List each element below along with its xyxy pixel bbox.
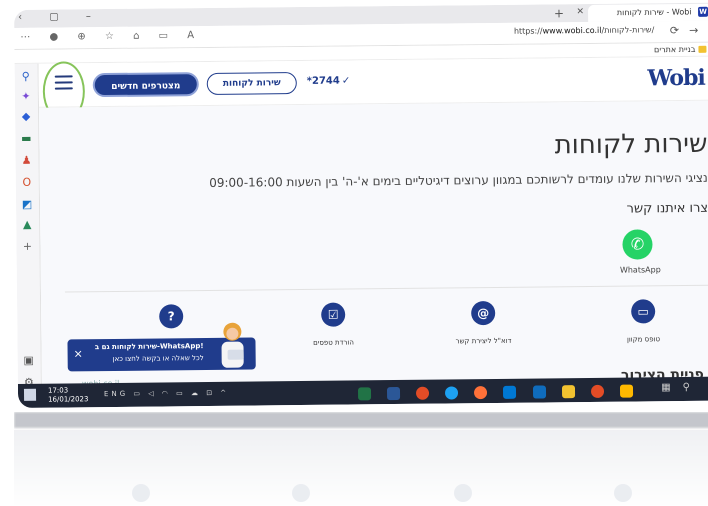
outlook-icon[interactable]: ◩ xyxy=(20,198,34,212)
taskbar-right-icons[interactable]: ▦⚲ xyxy=(661,382,702,393)
question-icon: ? xyxy=(159,304,184,329)
contact-heading: צרו איתנו קשר xyxy=(626,200,708,217)
email-option[interactable]: @ דוא"ל ליצירת קשר xyxy=(433,300,533,346)
url-domain: www.wobi.co.il xyxy=(542,25,602,36)
sidebar-panel-icon[interactable]: ▣ xyxy=(22,354,36,368)
download-form-icon: ☑ xyxy=(321,302,346,327)
drop-icon[interactable]: ▲ xyxy=(20,218,34,232)
people-icon[interactable]: ♟ xyxy=(20,154,34,168)
edge-icon[interactable] xyxy=(445,386,459,400)
close-icon[interactable]: × xyxy=(74,347,83,360)
download-forms-option[interactable]: ☑ הורדת טפסים xyxy=(283,302,383,347)
wobi-logo[interactable]: Wobi xyxy=(647,65,705,92)
site-header: מצטרפים חדשים שירות לקוחות *2744 ✓ Wobi xyxy=(38,56,708,122)
firefox-icon[interactable] xyxy=(474,386,488,400)
address-bar[interactable]: https://www.wobi.co.il/שירות-לקוחות/ xyxy=(514,25,654,35)
excel-icon[interactable] xyxy=(357,387,372,401)
whatsapp-popup[interactable]: × !WhatsApp-שירות לקוחות גם ב לכל שאלה א… xyxy=(67,322,256,372)
shopping-icon[interactable]: ▬ xyxy=(19,132,33,146)
taskbar-apps xyxy=(357,382,644,404)
mail-icon[interactable] xyxy=(532,385,546,399)
reload-forward-icons[interactable]: ⟳→ xyxy=(670,24,708,37)
whatsapp-icon[interactable]: ✆ xyxy=(622,229,653,260)
folder-icon[interactable] xyxy=(619,384,633,398)
reflection-icon xyxy=(614,484,632,502)
reflection-icon xyxy=(454,484,472,502)
hamburger-menu-icon[interactable] xyxy=(54,75,73,90)
word-icon[interactable] xyxy=(387,386,401,401)
url-path: /שירות-לקוחות/ xyxy=(601,25,655,35)
monitor-icon: ▭ xyxy=(631,299,656,324)
popup-title: !WhatsApp-שירות לקוחות גם ב xyxy=(94,342,204,352)
web-page: מצטרפים חדשים שירות לקוחות *2744 ✓ Wobi ש… xyxy=(38,56,708,408)
online-form-option[interactable]: ▭ טופס מקוון xyxy=(593,299,693,344)
reflection-icon xyxy=(292,484,310,502)
clock-date: 16/01/2023 xyxy=(48,395,89,404)
language-indicator: ENG xyxy=(103,389,129,399)
screenshot-frame: ‹ ▢ – + ✕ W Wobi - שירות לקוחות ⋯ ● ⊕ ☆ … xyxy=(14,2,708,408)
url-prefix: https:// xyxy=(513,26,543,36)
phone-number-link[interactable]: *2744 ✓ xyxy=(307,75,351,86)
copilot-icon[interactable]: ✦ xyxy=(19,90,33,104)
reflection-content xyxy=(14,430,708,506)
at-icon: @ xyxy=(471,300,496,326)
option-label: טופס מקוון xyxy=(626,335,661,344)
teams-icon[interactable] xyxy=(503,385,517,399)
reflection-icon xyxy=(132,484,150,502)
browser-toolbar-icons[interactable]: ⋯ ● ⊕ ☆ ⌂ ▭ A xyxy=(20,30,202,43)
window-controls[interactable]: ‹ ▢ – xyxy=(18,11,103,23)
windows-start-icon[interactable] xyxy=(23,388,37,401)
support-agent-illustration xyxy=(221,322,244,368)
popup-text: לכל שאלה או בקשה לחצו כאן xyxy=(112,354,204,363)
option-label: דוא"ל ליצירת קשר xyxy=(455,336,512,346)
close-tab-icon[interactable]: ✕ xyxy=(576,7,584,17)
page-subtitle: נציגי השירות שלנו עומדים לרשותכם במגוון … xyxy=(209,170,708,190)
edge-sidebar: ⚲ ✦ ◆ ▬ ♟ O ◩ ▲ + ▣ ⚙ xyxy=(14,63,43,408)
file-explorer-icon[interactable] xyxy=(561,385,575,399)
bookmark-folder[interactable]: בניית אתרים xyxy=(654,45,707,54)
chrome-icon[interactable] xyxy=(416,386,430,400)
tab-title: Wobi - שירות לקוחות xyxy=(616,7,692,18)
system-tray[interactable]: ENG ▭ ◁ ◠ ▭ ☁ ⊡ ^ xyxy=(104,389,229,398)
clock[interactable]: 17:03 16/01/2023 xyxy=(48,386,89,404)
clock-time: 17:03 xyxy=(47,386,69,395)
search-icon[interactable]: ⚲ xyxy=(19,70,33,84)
chrome-profile-icon[interactable] xyxy=(590,384,604,398)
browser-tab[interactable]: W Wobi - שירות לקוחות xyxy=(587,3,708,22)
customer-service-button[interactable]: שירות לקוחות xyxy=(206,72,297,95)
page-title: שירות לקוחות xyxy=(554,128,708,161)
screen-reflection xyxy=(14,412,708,506)
option-label: הורדת טפסים xyxy=(313,338,354,347)
tag-icon[interactable]: ◆ xyxy=(19,110,33,124)
main-content: שירות לקוחות נציגי השירות שלנו עומדים לר… xyxy=(39,100,708,408)
phone-number: *2744 xyxy=(306,75,340,87)
office-icon[interactable]: O xyxy=(20,176,34,190)
wobi-favicon-icon: W xyxy=(698,6,708,17)
new-tab-button[interactable]: + xyxy=(554,6,564,20)
faq-option[interactable]: ? xyxy=(121,304,221,341)
whatsapp-label[interactable]: WhatsApp xyxy=(620,265,661,274)
add-icon[interactable]: + xyxy=(20,240,34,254)
new-customers-button[interactable]: מצטרפים חדשים xyxy=(92,72,199,98)
divider xyxy=(64,284,708,293)
reflection-taskbar xyxy=(14,412,708,428)
phone-icon: ✓ xyxy=(341,75,351,87)
